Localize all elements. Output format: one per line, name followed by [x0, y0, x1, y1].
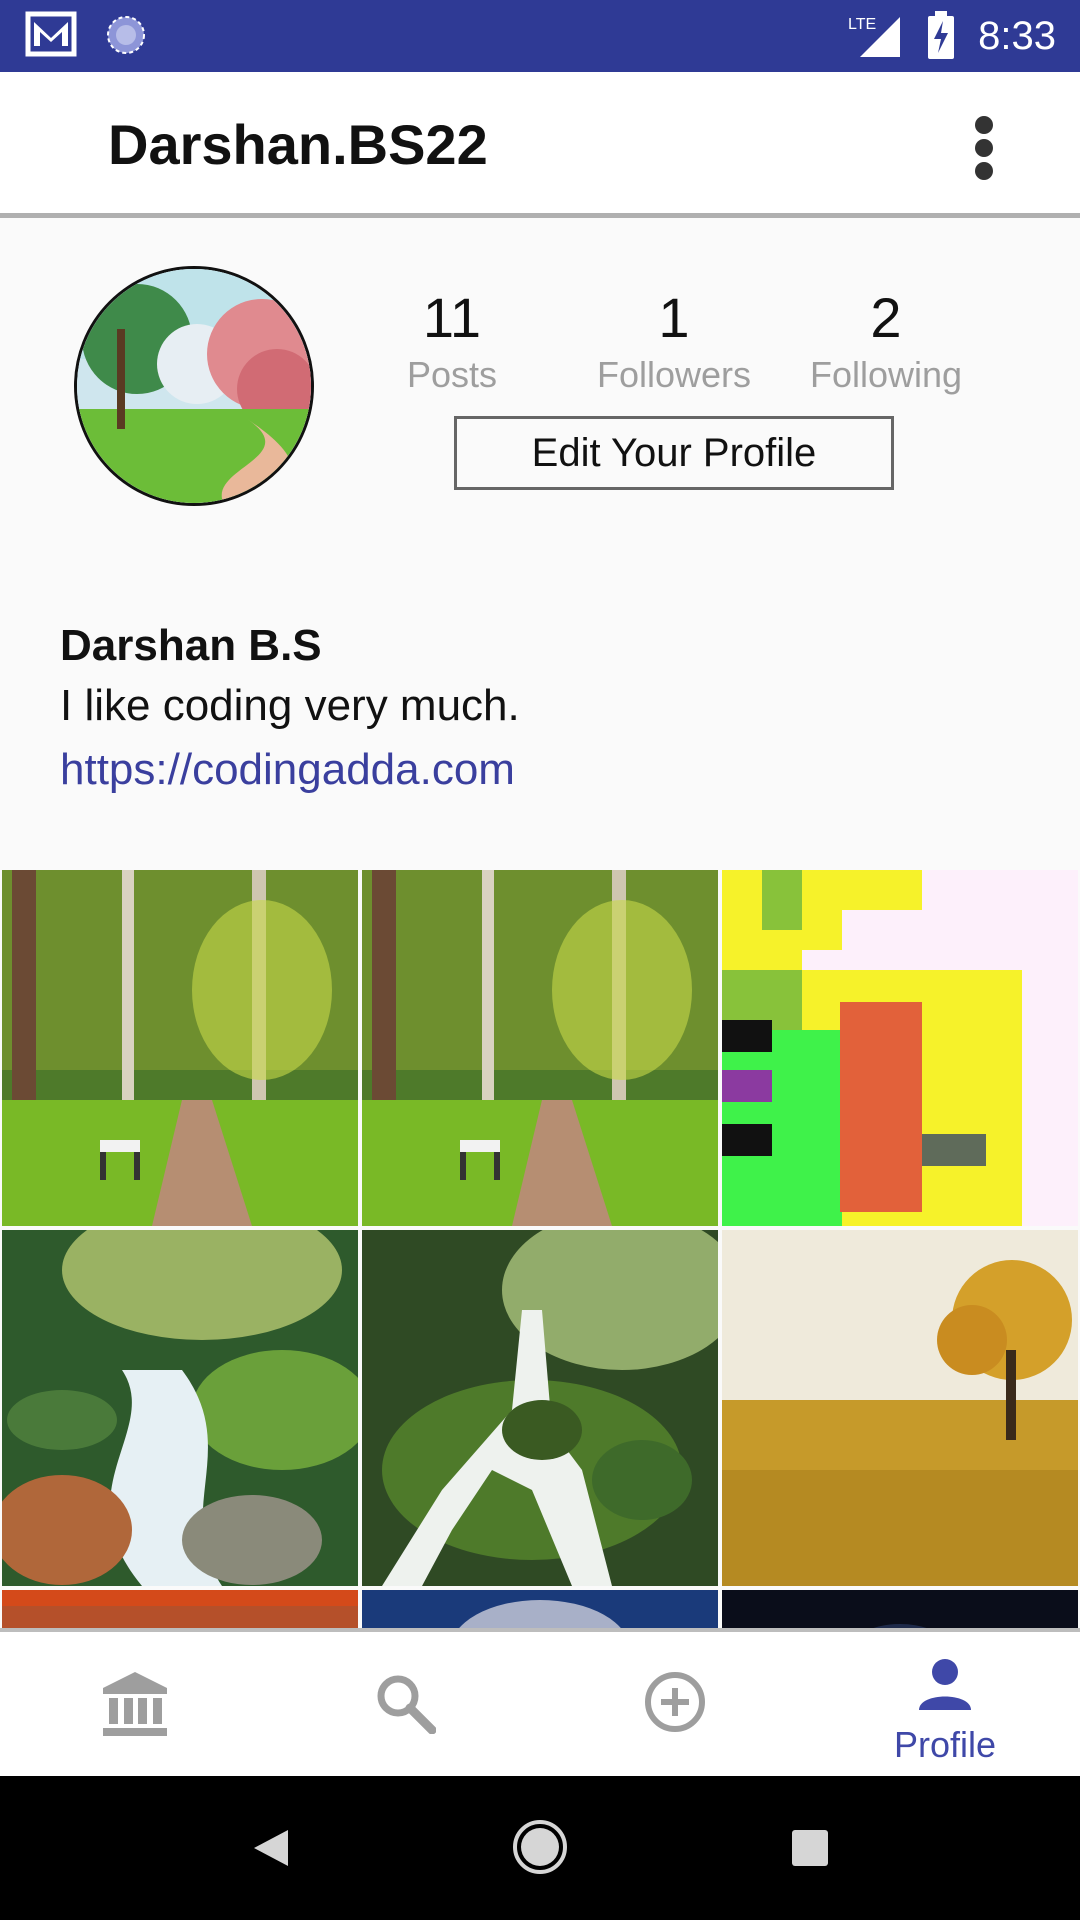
- status-bar: LTE 8:33: [0, 0, 1080, 72]
- lte-signal-icon: LTE: [848, 16, 901, 57]
- system-navigation-bar: [0, 1776, 1080, 1920]
- posts-grid: [0, 868, 1080, 1628]
- add-circle-icon: [645, 1672, 705, 1732]
- edit-profile-button[interactable]: Edit Your Profile: [454, 416, 894, 490]
- recents-icon[interactable]: [790, 1828, 830, 1868]
- app-bar: Darshan.BS22: [0, 72, 1080, 218]
- posts-count: 11: [422, 286, 482, 349]
- post-pixel-art[interactable]: [722, 870, 1078, 1226]
- stat-following[interactable]: 2 Following: [786, 285, 986, 399]
- posts-label: Posts: [406, 354, 498, 395]
- website-link[interactable]: https://codingadda.com: [60, 738, 1020, 802]
- stat-followers[interactable]: 1 Followers: [574, 285, 774, 399]
- nav-search[interactable]: [270, 1632, 540, 1776]
- nav-home[interactable]: [0, 1632, 270, 1776]
- followers-label: Followers: [596, 354, 752, 395]
- person-icon: [919, 1659, 971, 1710]
- search-icon: [377, 1675, 436, 1734]
- sync-icon: [107, 16, 145, 54]
- post-planet[interactable]: [362, 1590, 718, 1628]
- page-title: Darshan.BS22: [108, 113, 488, 176]
- nav-add-post[interactable]: [540, 1632, 810, 1776]
- bottom-navigation: Profile: [0, 1628, 1080, 1776]
- back-icon[interactable]: [248, 1826, 292, 1870]
- status-time: 8:33: [978, 13, 1056, 58]
- display-name: Darshan B.S: [60, 621, 322, 670]
- post-sunset[interactable]: [2, 1590, 358, 1628]
- following-count: 2: [870, 286, 902, 349]
- nav-profile[interactable]: Profile: [810, 1632, 1080, 1776]
- home-bank-icon: [103, 1672, 167, 1736]
- post-forest-stream[interactable]: [2, 1230, 358, 1586]
- post-golden-field[interactable]: [722, 1230, 1078, 1586]
- bio-section: Darshan B.S I like coding very much. htt…: [60, 618, 1020, 802]
- post-night-sky[interactable]: [722, 1590, 1078, 1628]
- more-vert-icon[interactable]: [972, 116, 996, 180]
- avatar[interactable]: [74, 266, 314, 506]
- bio-text: I like coding very much.: [60, 681, 520, 730]
- post-waterfall[interactable]: [362, 1230, 718, 1586]
- following-label: Following: [809, 354, 963, 395]
- post-forest-path-1[interactable]: [2, 870, 358, 1226]
- svg-text:LTE: LTE: [848, 16, 876, 33]
- nav-profile-label: Profile: [893, 1724, 997, 1765]
- post-forest-path-2[interactable]: [362, 870, 718, 1226]
- gmail-icon: [25, 11, 77, 57]
- stat-posts[interactable]: 11 Posts: [352, 285, 552, 399]
- home-icon[interactable]: [511, 1818, 569, 1876]
- followers-count: 1: [658, 286, 690, 349]
- battery-charging-icon: [928, 11, 955, 59]
